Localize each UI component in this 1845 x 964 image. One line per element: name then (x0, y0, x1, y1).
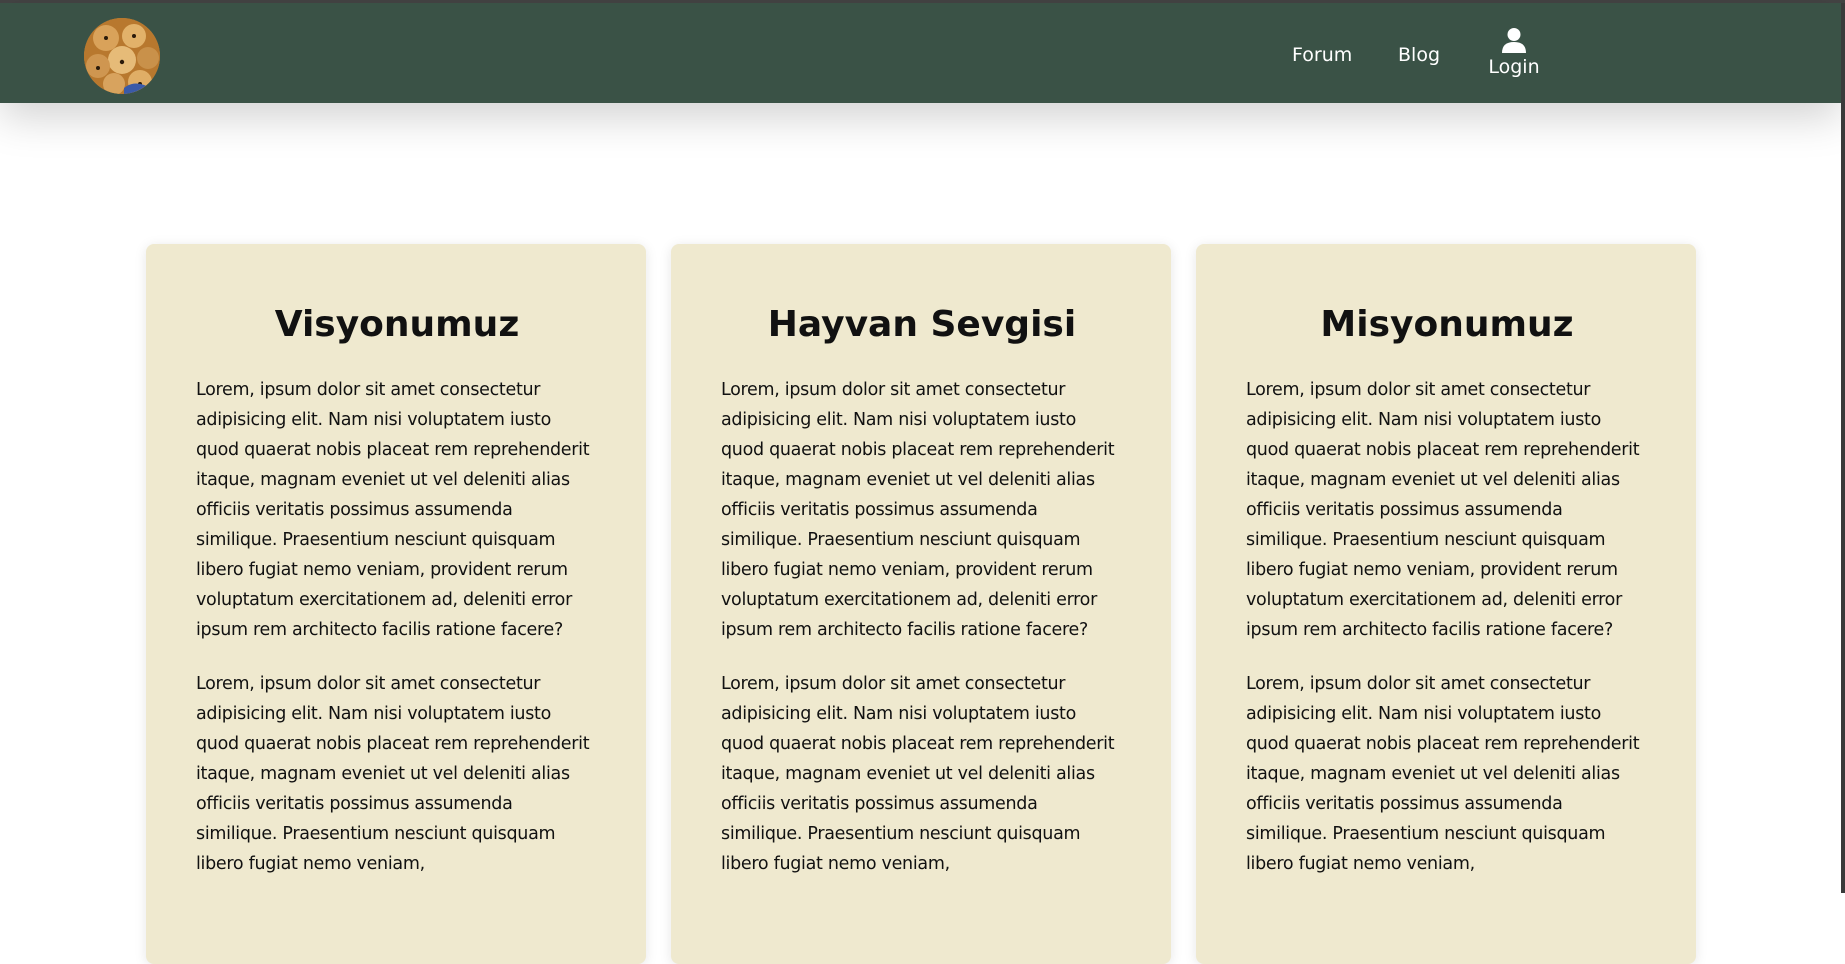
nav-link-forum[interactable]: Forum (1292, 44, 1352, 66)
card-paragraph: Lorem, ipsum dolor sit amet consectetur … (1246, 380, 1640, 640)
card-paragraph: Lorem, ipsum dolor sit amet consectetur … (1246, 674, 1640, 874)
card-animal-love: Hayvan Sevgisi Lorem, ipsum dolor sit am… (671, 244, 1171, 964)
login-label: Login (1488, 56, 1540, 78)
card-paragraph: Lorem, ipsum dolor sit amet consectetur … (721, 380, 1115, 640)
navbar: Forum Blog Login (0, 3, 1841, 103)
card-mission: Misyonumuz Lorem, ipsum dolor sit amet c… (1196, 244, 1696, 964)
scrollbar[interactable] (1841, 3, 1845, 893)
user-icon (1502, 28, 1526, 53)
card-title: Hayvan Sevgisi (767, 304, 1077, 345)
puppies-logo-icon (84, 18, 160, 94)
login-button[interactable]: Login (1484, 27, 1544, 79)
card-title: Visyonumuz (274, 304, 520, 345)
logo-image[interactable] (84, 18, 160, 94)
card-title: Misyonumuz (1320, 304, 1574, 345)
nav-link-blog[interactable]: Blog (1398, 44, 1440, 66)
card-paragraph: Lorem, ipsum dolor sit amet consectetur … (196, 380, 590, 640)
card-vision: Visyonumuz Lorem, ipsum dolor sit amet c… (146, 244, 646, 964)
card-paragraph: Lorem, ipsum dolor sit amet consectetur … (721, 674, 1115, 874)
card-paragraph: Lorem, ipsum dolor sit amet consectetur … (196, 674, 590, 874)
